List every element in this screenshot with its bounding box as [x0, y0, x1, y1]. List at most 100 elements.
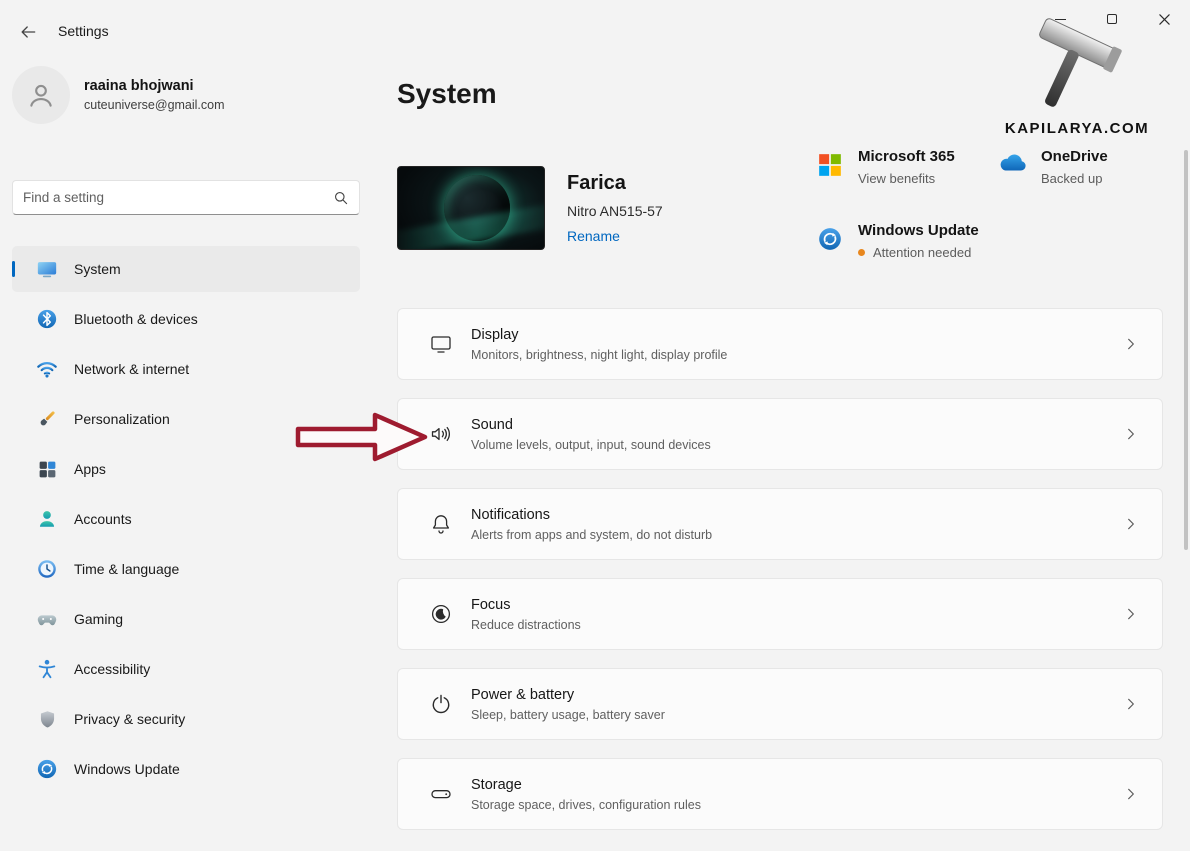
game-controller-icon	[36, 608, 58, 630]
microsoft-365-subtitle[interactable]: View benefits	[858, 171, 955, 186]
sidebar-item-privacy-security[interactable]: Privacy & security	[12, 696, 360, 742]
display-icon	[428, 331, 454, 357]
sidebar-item-label: Gaming	[74, 611, 123, 627]
bluetooth-icon	[36, 308, 58, 330]
rename-link[interactable]: Rename	[567, 228, 620, 244]
bell-icon	[428, 511, 454, 537]
avatar	[12, 66, 70, 124]
user-account-block[interactable]: raaina bhojwani cuteuniverse@gmail.com	[12, 66, 225, 124]
settings-list: Display Monitors, brightness, night ligh…	[397, 308, 1163, 848]
windows-update-tile[interactable]: Windows Update Attention needed	[815, 222, 979, 260]
sidebar-item-label: Network & internet	[74, 361, 189, 377]
microsoft-365-icon	[815, 148, 845, 186]
microsoft-365-tile[interactable]: Microsoft 365 View benefits	[815, 148, 955, 186]
sidebar-item-label: Accounts	[74, 511, 132, 527]
sidebar-item-system[interactable]: System	[12, 246, 360, 292]
selected-accent-pill	[12, 261, 15, 277]
storage-drive-icon	[428, 781, 454, 807]
sidebar-item-accounts[interactable]: Accounts	[12, 496, 360, 542]
sidebar-item-time-language[interactable]: Time & language	[12, 546, 360, 592]
sidebar-item-bluetooth-devices[interactable]: Bluetooth & devices	[12, 296, 360, 342]
attention-dot	[858, 249, 865, 256]
chevron-right-icon	[1124, 427, 1138, 441]
accounts-person-icon	[36, 508, 58, 530]
search-icon[interactable]	[333, 190, 349, 206]
hammer-icon	[1016, 10, 1138, 118]
status-block: Microsoft 365 View benefits OneDrive Bac…	[815, 148, 1175, 283]
settings-row-title: Display	[471, 327, 727, 343]
chevron-right-icon	[1124, 517, 1138, 531]
scrollbar-thumb[interactable]	[1184, 150, 1188, 550]
watermark-text: KAPILARYA.COM	[1002, 120, 1152, 137]
onedrive-title: OneDrive	[1041, 148, 1108, 165]
search-box	[12, 180, 360, 215]
sidebar-item-label: Privacy & security	[74, 711, 185, 727]
settings-row-subtitle: Monitors, brightness, night light, displ…	[471, 348, 727, 362]
settings-row-sound[interactable]: Sound Volume levels, output, input, soun…	[397, 398, 1163, 470]
settings-row-title: Notifications	[471, 507, 712, 523]
paintbrush-icon	[36, 408, 58, 430]
settings-row-notifications[interactable]: Notifications Alerts from apps and syste…	[397, 488, 1163, 560]
sidebar-item-label: Windows Update	[74, 761, 180, 777]
settings-row-title: Power & battery	[471, 687, 665, 703]
sidebar-item-windows-update[interactable]: Windows Update	[12, 746, 360, 792]
chevron-right-icon	[1124, 787, 1138, 801]
chevron-right-icon	[1124, 337, 1138, 351]
settings-row-subtitle: Sleep, battery usage, battery saver	[471, 708, 665, 722]
sidebar-item-accessibility[interactable]: Accessibility	[12, 646, 360, 692]
settings-row-display[interactable]: Display Monitors, brightness, night ligh…	[397, 308, 1163, 380]
settings-row-title: Sound	[471, 417, 711, 433]
settings-row-power-battery[interactable]: Power & battery Sleep, battery usage, ba…	[397, 668, 1163, 740]
onedrive-tile[interactable]: OneDrive Backed up	[998, 148, 1108, 186]
wifi-icon	[36, 358, 58, 380]
onedrive-cloud-icon	[998, 148, 1028, 186]
focus-crescent-icon	[428, 601, 454, 627]
settings-row-subtitle: Storage space, drives, configuration rul…	[471, 798, 701, 812]
windows-update-icon	[36, 758, 58, 780]
chevron-right-icon	[1124, 607, 1138, 621]
microsoft-365-title: Microsoft 365	[858, 148, 955, 165]
shield-icon	[36, 708, 58, 730]
back-arrow-icon	[18, 22, 38, 42]
settings-row-title: Storage	[471, 777, 701, 793]
onedrive-subtitle: Backed up	[1041, 171, 1108, 186]
clock-icon	[36, 558, 58, 580]
close-icon	[1158, 13, 1171, 26]
power-icon	[428, 691, 454, 717]
back-button[interactable]	[14, 20, 42, 44]
sidebar-item-label: Bluetooth & devices	[74, 311, 198, 327]
user-email: cuteuniverse@gmail.com	[84, 98, 225, 112]
user-name: raaina bhojwani	[84, 78, 225, 94]
device-thumbnail	[397, 166, 545, 250]
watermark: KAPILARYA.COM	[1002, 10, 1152, 137]
chevron-right-icon	[1124, 697, 1138, 711]
sidebar-item-label: Personalization	[74, 411, 170, 427]
person-icon	[24, 78, 58, 112]
device-header: Farica Nitro AN515-57 Rename	[397, 166, 817, 258]
apps-grid-icon	[36, 458, 58, 480]
sidebar-item-network-internet[interactable]: Network & internet	[12, 346, 360, 392]
device-name: Farica	[567, 172, 663, 195]
sidebar-item-label: System	[74, 261, 121, 277]
sidebar-item-label: Accessibility	[74, 661, 150, 677]
settings-row-subtitle: Volume levels, output, input, sound devi…	[471, 438, 711, 452]
page-title: System	[397, 78, 497, 110]
settings-row-focus[interactable]: Focus Reduce distractions	[397, 578, 1163, 650]
sidebar-nav: System Bluetooth & devices Network & int…	[12, 246, 360, 796]
window-title: Settings	[58, 23, 109, 39]
device-model: Nitro AN515-57	[567, 203, 663, 219]
windows-update-status-icon	[815, 222, 845, 260]
settings-row-storage[interactable]: Storage Storage space, drives, configura…	[397, 758, 1163, 830]
sidebar-item-gaming[interactable]: Gaming	[12, 596, 360, 642]
windows-update-title: Windows Update	[858, 222, 979, 239]
settings-row-subtitle: Reduce distractions	[471, 618, 581, 632]
settings-window: Settings raaina bhojwani cuteuniverse@gm…	[0, 0, 1190, 851]
settings-row-title: Focus	[471, 597, 581, 613]
windows-update-subtitle: Attention needed	[873, 245, 971, 260]
sound-icon	[428, 421, 454, 447]
sidebar-item-label: Apps	[74, 461, 106, 477]
search-input[interactable]	[13, 190, 333, 205]
settings-row-subtitle: Alerts from apps and system, do not dist…	[471, 528, 712, 542]
system-icon	[36, 258, 58, 280]
accessibility-person-icon	[36, 658, 58, 680]
